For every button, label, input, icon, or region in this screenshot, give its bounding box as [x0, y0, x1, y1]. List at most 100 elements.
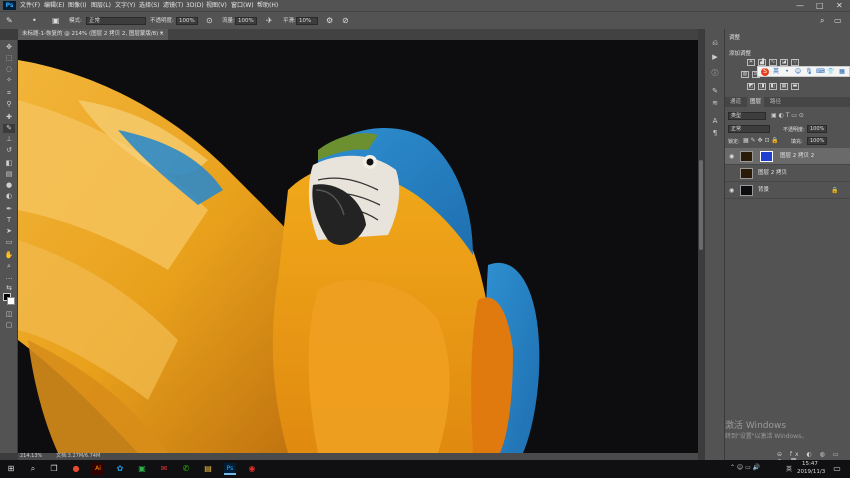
- maximize-button[interactable]: □: [816, 0, 824, 11]
- actions-icon[interactable]: ▶: [710, 53, 720, 62]
- mail-icon[interactable]: ✉: [158, 463, 170, 475]
- menu-edit[interactable]: 编辑(E): [44, 0, 64, 11]
- info-icon[interactable]: ⓘ: [710, 69, 720, 78]
- menu-select[interactable]: 选择(S): [139, 0, 160, 11]
- layer-mask-thumbnail[interactable]: [760, 151, 773, 162]
- menu-3d[interactable]: 3D(D): [186, 0, 204, 11]
- more-tools-icon[interactable]: …: [3, 273, 15, 282]
- ime-voice-icon[interactable]: 🎙: [805, 68, 813, 76]
- tray-icons[interactable]: ⌃ ☺ ▭ 🔊: [730, 464, 760, 471]
- layer-filter-select[interactable]: 类型: [728, 112, 766, 120]
- wechat-icon[interactable]: ✆: [180, 463, 192, 475]
- blur-tool-icon[interactable]: ●: [3, 181, 15, 190]
- menu-layer[interactable]: 图层(L): [91, 0, 111, 11]
- airbrush-icon[interactable]: ✈: [266, 12, 273, 30]
- layer-name[interactable]: 背景: [758, 182, 769, 199]
- tab-channels[interactable]: 通道: [727, 97, 744, 107]
- menu-file[interactable]: 文件(F): [20, 0, 40, 11]
- eraser-tool-icon[interactable]: ◧: [3, 159, 15, 168]
- tab-layers[interactable]: 图层: [747, 97, 765, 107]
- menu-type[interactable]: 文字(Y): [115, 0, 135, 11]
- background-color[interactable]: [7, 297, 15, 305]
- eyedropper-tool-icon[interactable]: ⚲: [3, 100, 15, 109]
- layer-thumbnail[interactable]: [740, 151, 753, 162]
- layer-name[interactable]: 图层 2 拷贝 2: [780, 148, 814, 165]
- history-icon[interactable]: ⎌: [710, 39, 720, 48]
- tab-paths[interactable]: 路径: [767, 97, 784, 107]
- history-brush-tool-icon[interactable]: ↺: [3, 146, 15, 155]
- layer-filter-icons[interactable]: ▣ ◐ T ▭ ⊙: [771, 112, 804, 119]
- ime-skin-icon[interactable]: 👕: [827, 68, 835, 76]
- pressure-opacity-icon[interactable]: ⊙: [206, 12, 213, 30]
- hue-saturation-icon[interactable]: ▥: [741, 71, 749, 78]
- minimize-button[interactable]: —: [796, 0, 804, 11]
- menu-filter[interactable]: 滤镜(T): [163, 0, 183, 11]
- pen-tool-icon[interactable]: ✒: [3, 205, 15, 214]
- crop-tool-icon[interactable]: ⌗: [3, 89, 15, 98]
- swap-colors-icon[interactable]: ⇆: [3, 284, 15, 293]
- photo-filter-icon[interactable]: ◩: [747, 83, 755, 90]
- eye-icon[interactable]: ◉: [729, 148, 734, 165]
- tray-language[interactable]: 英: [786, 464, 792, 473]
- ime-punctuation-icon[interactable]: •: [783, 68, 791, 76]
- smooth-input[interactable]: 10%: [296, 17, 318, 25]
- mode-select[interactable]: 正常: [86, 17, 146, 25]
- brushes-panel-icon[interactable]: ≋: [710, 99, 720, 108]
- browser-icon[interactable]: ✿: [114, 463, 126, 475]
- app-icon[interactable]: ◉: [246, 463, 258, 475]
- layer-row[interactable]: ◉ 背景 🔒: [725, 182, 850, 199]
- ime-toolbar[interactable]: S 英 • ☺ 🎙 ⌨ 👕 ▦: [757, 66, 850, 77]
- brush-preset-icon[interactable]: •: [32, 12, 37, 30]
- brush-settings-panel-icon[interactable]: ✎: [710, 87, 720, 96]
- workspace-icon[interactable]: ▭: [834, 12, 842, 30]
- path-selection-tool-icon[interactable]: ➤: [3, 227, 15, 236]
- lock-icons[interactable]: ▦ ✎ ✥ ⊡ 🔒: [743, 137, 779, 144]
- chrome-icon[interactable]: ●: [70, 463, 82, 475]
- lasso-tool-icon[interactable]: ◌: [3, 65, 15, 74]
- gear-icon[interactable]: ⚙: [326, 12, 333, 30]
- type-tool-icon[interactable]: T: [3, 216, 15, 225]
- start-icon[interactable]: ⊞: [5, 463, 17, 475]
- quick-mask-icon[interactable]: ◫: [3, 310, 15, 319]
- ime-language[interactable]: 英: [772, 68, 780, 76]
- gradient-tool-icon[interactable]: ▤: [3, 170, 15, 179]
- vibrance-icon[interactable]: ▽: [791, 59, 799, 66]
- paragraph-panel-icon[interactable]: ¶: [710, 129, 720, 138]
- ime-logo[interactable]: S: [761, 68, 769, 76]
- search-icon[interactable]: ⌕: [820, 12, 824, 30]
- gradient-map-icon[interactable]: ▬: [791, 83, 799, 90]
- layer-thumbnail[interactable]: [740, 185, 753, 196]
- ime-tools-icon[interactable]: ▦: [838, 68, 846, 76]
- screen-mode-icon[interactable]: ▢: [3, 321, 15, 330]
- layer-row[interactable]: 图层 2 拷贝: [725, 165, 850, 182]
- pressure-size-icon[interactable]: ⊘: [342, 12, 349, 30]
- search-icon[interactable]: ⌕: [27, 463, 39, 475]
- magic-wand-tool-icon[interactable]: ✧: [3, 76, 15, 85]
- menu-view[interactable]: 视图(V): [206, 0, 227, 11]
- posterize-icon[interactable]: ▦: [780, 83, 788, 90]
- eye-icon[interactable]: ◉: [729, 182, 734, 199]
- ime-keyboard-icon[interactable]: ⌨: [816, 68, 825, 76]
- zoom-level[interactable]: 214.13%: [20, 453, 42, 460]
- marquee-tool-icon[interactable]: ⬚: [3, 54, 15, 63]
- brush-settings-icon[interactable]: ▣: [52, 12, 60, 30]
- exposure-icon[interactable]: ◪: [780, 59, 788, 66]
- ime-emoji-icon[interactable]: ☺: [794, 68, 802, 76]
- stamp-tool-icon[interactable]: ⊥: [3, 135, 15, 144]
- hand-tool-icon[interactable]: ✋: [3, 251, 15, 260]
- healing-brush-tool-icon[interactable]: ✚: [3, 113, 15, 122]
- clock-time[interactable]: 15:47: [802, 461, 818, 467]
- layer-opacity-input[interactable]: 100%: [807, 125, 827, 133]
- layer-name[interactable]: 图层 2 拷贝: [758, 165, 787, 182]
- menu-window[interactable]: 窗口(W): [231, 0, 254, 11]
- adjustments-title[interactable]: 调整: [729, 33, 740, 41]
- zoom-tool-icon[interactable]: ⌕: [3, 262, 15, 271]
- opacity-input[interactable]: 100%: [176, 17, 198, 25]
- task-view-icon[interactable]: ❐: [48, 463, 60, 475]
- dodge-tool-icon[interactable]: ◐: [3, 192, 15, 201]
- blend-mode-select[interactable]: 正常: [728, 125, 770, 133]
- flow-input[interactable]: 100%: [235, 17, 257, 25]
- channel-mixer-icon[interactable]: ◨: [758, 83, 766, 90]
- layer-thumbnail[interactable]: [740, 168, 753, 179]
- layer-row[interactable]: ◉ 图层 2 拷贝 2: [725, 148, 850, 165]
